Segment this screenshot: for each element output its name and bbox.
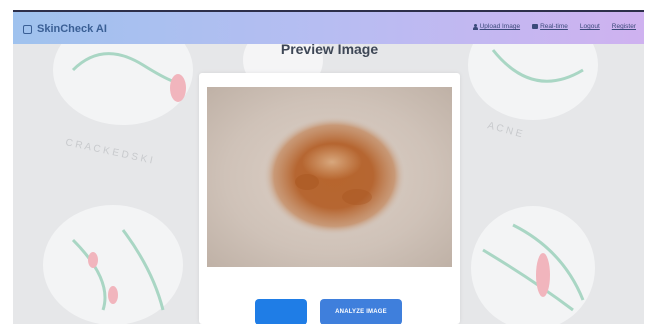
nav-real-time-link[interactable]: Real-time <box>532 23 568 30</box>
nav-register-link[interactable]: Register <box>612 23 636 30</box>
app-frame: C R A C K E D S K I A C N E SkinCheck AI… <box>13 10 644 324</box>
nav-upload-image-link[interactable]: Upload Image <box>472 23 521 30</box>
nav-logout-link[interactable]: Logout <box>580 23 600 30</box>
brand-name: SkinCheck AI <box>37 23 107 35</box>
nav-upload-image-label: Upload Image <box>479 23 521 30</box>
user-icon <box>472 23 478 30</box>
navbar: SkinCheck AI Upload Image Real-time Logo… <box>13 10 644 44</box>
nav-links: Upload Image Real-time Logout Register <box>472 23 636 30</box>
preview-image <box>207 87 452 267</box>
preview-card: ANALYZE IMAGE <box>199 73 460 324</box>
brand-logo[interactable]: SkinCheck AI <box>23 22 107 36</box>
primary-button[interactable] <box>255 299 307 324</box>
nav-real-time-label: Real-time <box>540 23 568 30</box>
svg-text:A C N E: A C N E <box>486 120 524 140</box>
svg-text:C R A C K E D S K I: C R A C K E D S K I <box>64 137 153 166</box>
camera-icon <box>532 24 539 29</box>
logo-icon <box>23 24 32 34</box>
analyze-image-button[interactable]: ANALYZE IMAGE <box>320 299 402 324</box>
lesion-image <box>263 116 406 236</box>
page-title: Preview Image <box>280 41 379 57</box>
